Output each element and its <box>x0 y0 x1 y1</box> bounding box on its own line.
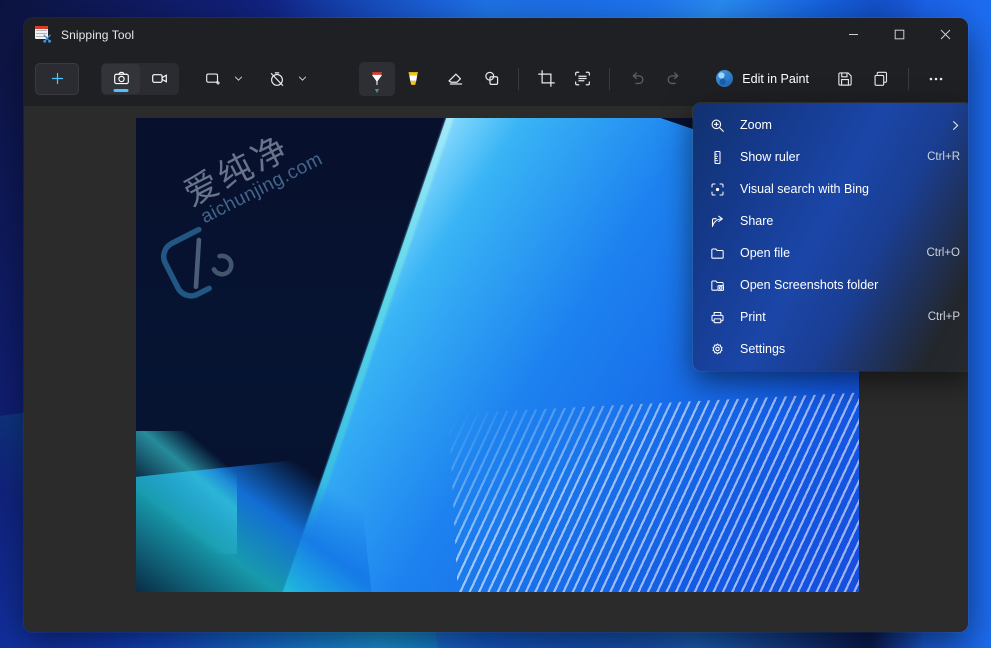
timer-off-icon <box>261 63 293 95</box>
snipping-tool-icon <box>35 26 52 43</box>
new-snip-button[interactable] <box>35 62 79 95</box>
menu-item-label: Open Screenshots folder <box>740 278 879 292</box>
screenshots-folder-icon <box>707 276 727 294</box>
share-icon <box>707 212 727 230</box>
ruler-icon <box>707 148 727 166</box>
main-toolbar: ▼ Edit in Paint <box>24 51 968 106</box>
eraser-button[interactable] <box>437 63 473 95</box>
menu-item-label: Share <box>740 214 774 228</box>
highlighter-button[interactable] <box>395 62 431 96</box>
paint-icon <box>716 70 734 87</box>
menu-item-show-ruler[interactable]: Show ruler Ctrl+R <box>693 141 968 173</box>
snip-shape-dropdown[interactable] <box>197 63 247 95</box>
copy-button[interactable] <box>863 63 899 95</box>
menu-item-label: Zoom <box>740 118 772 132</box>
menu-item-print[interactable]: Print Ctrl+P <box>693 301 968 333</box>
text-actions-button[interactable] <box>564 63 600 95</box>
rectangle-snip-icon <box>197 63 229 95</box>
app-title: Snipping Tool <box>61 27 135 42</box>
zoom-in-icon <box>707 116 727 134</box>
crop-button[interactable] <box>528 63 564 95</box>
menu-item-label: Settings <box>740 342 786 356</box>
menu-item-zoom[interactable]: Zoom <box>693 109 968 141</box>
menu-item-visual-search[interactable]: Visual search with Bing <box>693 173 968 205</box>
redo-button[interactable] <box>655 63 691 95</box>
toolbar-divider <box>609 67 610 90</box>
toolbar-divider <box>518 67 519 90</box>
mode-record-button[interactable] <box>140 64 178 94</box>
menu-item-open-screenshots-folder[interactable]: Open Screenshots folder <box>693 269 968 301</box>
see-more-menu: Zoom Show ruler Ctrl+R Visual search wit… <box>693 103 968 371</box>
menu-item-accelerator: Ctrl+P <box>927 311 960 323</box>
mode-snip-button[interactable] <box>102 63 140 94</box>
chevron-down-icon <box>229 63 247 95</box>
undo-button[interactable] <box>619 63 655 95</box>
save-button[interactable] <box>827 63 863 95</box>
toolbar-divider <box>908 67 909 90</box>
menu-item-label: Print <box>740 310 766 324</box>
menu-item-label: Show ruler <box>740 150 800 164</box>
chevron-down-icon: ▼ <box>373 87 381 95</box>
title-bar-left: Snipping Tool <box>24 18 134 51</box>
snipping-tool-window: Snipping Tool ▼ Edit in Paint 爱纯净 aichun… <box>24 18 968 632</box>
menu-item-accelerator: Ctrl+O <box>926 247 960 259</box>
delay-dropdown[interactable] <box>261 63 311 95</box>
chevron-down-icon <box>293 63 311 95</box>
wallpaper-teal-sliver <box>136 430 238 555</box>
window-controls <box>830 18 968 51</box>
gear-icon <box>707 340 727 358</box>
menu-item-open-file[interactable]: Open file Ctrl+O <box>693 237 968 269</box>
edit-in-paint-button[interactable]: Edit in Paint <box>708 63 819 95</box>
maximize-button[interactable] <box>876 18 922 51</box>
menu-item-label: Visual search with Bing <box>740 182 870 196</box>
menu-item-settings[interactable]: Settings <box>693 333 968 365</box>
folder-open-icon <box>707 244 727 262</box>
close-button[interactable] <box>922 18 968 51</box>
shapes-button[interactable] <box>473 63 509 95</box>
visual-search-icon <box>707 180 727 198</box>
see-more-button[interactable] <box>918 63 954 95</box>
chevron-right-icon <box>951 120 960 131</box>
printer-icon <box>707 308 727 326</box>
menu-item-label: Open file <box>740 246 791 260</box>
minimize-button[interactable] <box>830 18 876 51</box>
edit-in-paint-label: Edit in Paint <box>742 71 809 86</box>
wallpaper-dot-texture <box>448 390 859 592</box>
menu-item-accelerator: Ctrl+R <box>927 151 960 163</box>
title-bar: Snipping Tool <box>24 18 968 51</box>
capture-mode-group <box>101 62 179 95</box>
menu-item-share[interactable]: Share <box>693 205 968 237</box>
screen: Snipping Tool ▼ Edit in Paint 爱纯净 aichun… <box>0 0 991 648</box>
ballpoint-pen-button[interactable]: ▼ <box>359 61 395 96</box>
